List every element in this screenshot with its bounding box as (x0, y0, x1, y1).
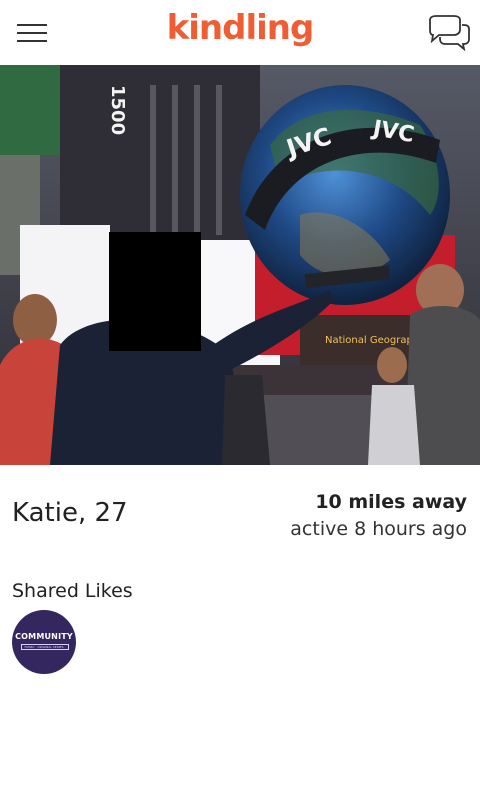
profile-name-age: Katie, 27 (12, 498, 128, 528)
profile-last-active: active 8 hours ago (290, 518, 467, 540)
profile-photo[interactable]: 1500 National Geographic JVC JVC (0, 65, 480, 465)
tower-number: 1500 (107, 85, 128, 135)
photo-illustration: 1500 National Geographic JVC JVC (0, 65, 480, 465)
app-logo: kindling (166, 8, 315, 48)
chat-icon[interactable] (424, 14, 472, 52)
profile-distance: 10 miles away (315, 491, 467, 513)
shared-like-label: COMMUNITY (15, 632, 73, 641)
shared-likes-title: Shared Likes (12, 580, 133, 602)
top-bar: kindling (0, 0, 480, 65)
shared-like-community[interactable]: COMMUNITY FAMILY · ORIGINAL SERIES (12, 610, 76, 674)
shared-like-sub: FAMILY · ORIGINAL SERIES (24, 645, 64, 649)
